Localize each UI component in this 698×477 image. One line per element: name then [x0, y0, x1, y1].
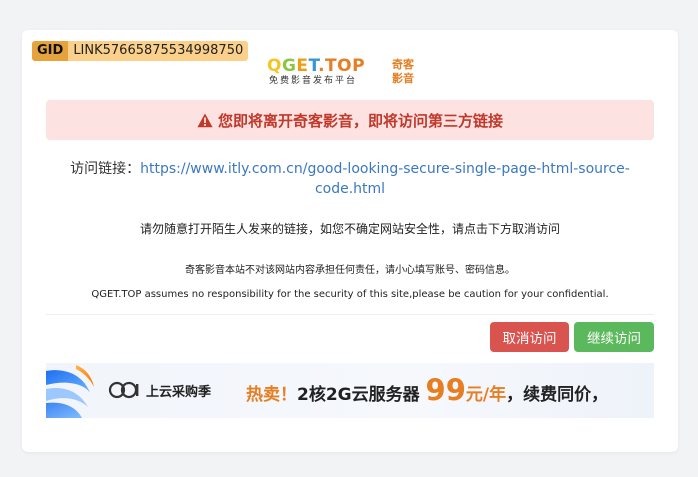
- cloud-swoosh-icon: [46, 365, 94, 418]
- logo-cn-bottom: 影音: [392, 72, 414, 85]
- warning-alert: 您即将离开奇客影音，即将访问第三方链接: [46, 100, 654, 140]
- banner-unit: 元/年: [465, 385, 507, 405]
- ad-banner[interactable]: 上云采购季 热卖！2核2G云服务器 99元/年，续费同价，: [46, 363, 654, 418]
- warning-alert-text: 您即将离开奇客影音，即将访问第三方链接: [217, 111, 503, 130]
- redirect-card: GID LINK57665875534998750 QGET.TOP 免费影音发…: [22, 30, 678, 452]
- logo-dot: .: [318, 56, 326, 76]
- banner-hot: 热卖！: [246, 385, 297, 405]
- gid-badge: GID: [32, 41, 69, 61]
- warning-triangle-icon: [197, 113, 213, 127]
- safety-notice: 请勿随意打开陌生人发来的链接，如您不确定网站安全性，请点击下方取消访问: [139, 222, 560, 236]
- gid-value: LINK57665875534998750: [68, 41, 249, 61]
- gid-tag: GID LINK57665875534998750: [32, 41, 249, 61]
- site-logo[interactable]: QGET.TOP 免费影音发布平台 奇客 影音: [267, 58, 417, 88]
- cloud-brand-logo-icon: [108, 381, 139, 399]
- logo-letter-e: E: [296, 56, 309, 76]
- logo-cn-top: 奇客: [392, 58, 414, 71]
- banner-promo: 热卖！2核2G云服务器 99元/年，续费同价，: [246, 371, 608, 414]
- banner-product: 2核2G云服务器: [297, 385, 420, 405]
- logo-top: TOP: [325, 56, 366, 76]
- logo-letter-q: Q: [267, 56, 282, 76]
- banner-tail: ，续费同价，: [506, 385, 609, 405]
- continue-visit-button[interactable]: 继续访问: [574, 322, 654, 352]
- disclaimer-cn: 奇客影音本站不对该网站内容承担任何责任，请小心填写账号、密码信息。: [185, 265, 515, 276]
- logo-letter-t: T: [308, 56, 319, 76]
- banner-brand: 上云采购季: [108, 380, 211, 400]
- cancel-visit-button[interactable]: 取消访问: [490, 322, 569, 352]
- logo-wordmark: QGET.TOP: [267, 58, 365, 75]
- target-link-label: 访问链接：: [70, 161, 141, 177]
- divider: [46, 314, 654, 315]
- target-link-url[interactable]: https://www.itly.com.cn/good-looking-sec…: [140, 161, 630, 197]
- logo-tagline: 免费影音发布平台: [269, 76, 358, 86]
- logo-chinese-name: 奇客 影音: [392, 58, 416, 86]
- banner-price: 99: [425, 373, 466, 407]
- target-link-row: 访问链接：https://www.itly.com.cn/good-lookin…: [46, 159, 654, 199]
- banner-brand-text: 上云采购季: [146, 384, 212, 400]
- logo-letter-g: G: [281, 56, 297, 76]
- disclaimer-en: QGET.TOP assumes no responsibility for t…: [91, 289, 609, 300]
